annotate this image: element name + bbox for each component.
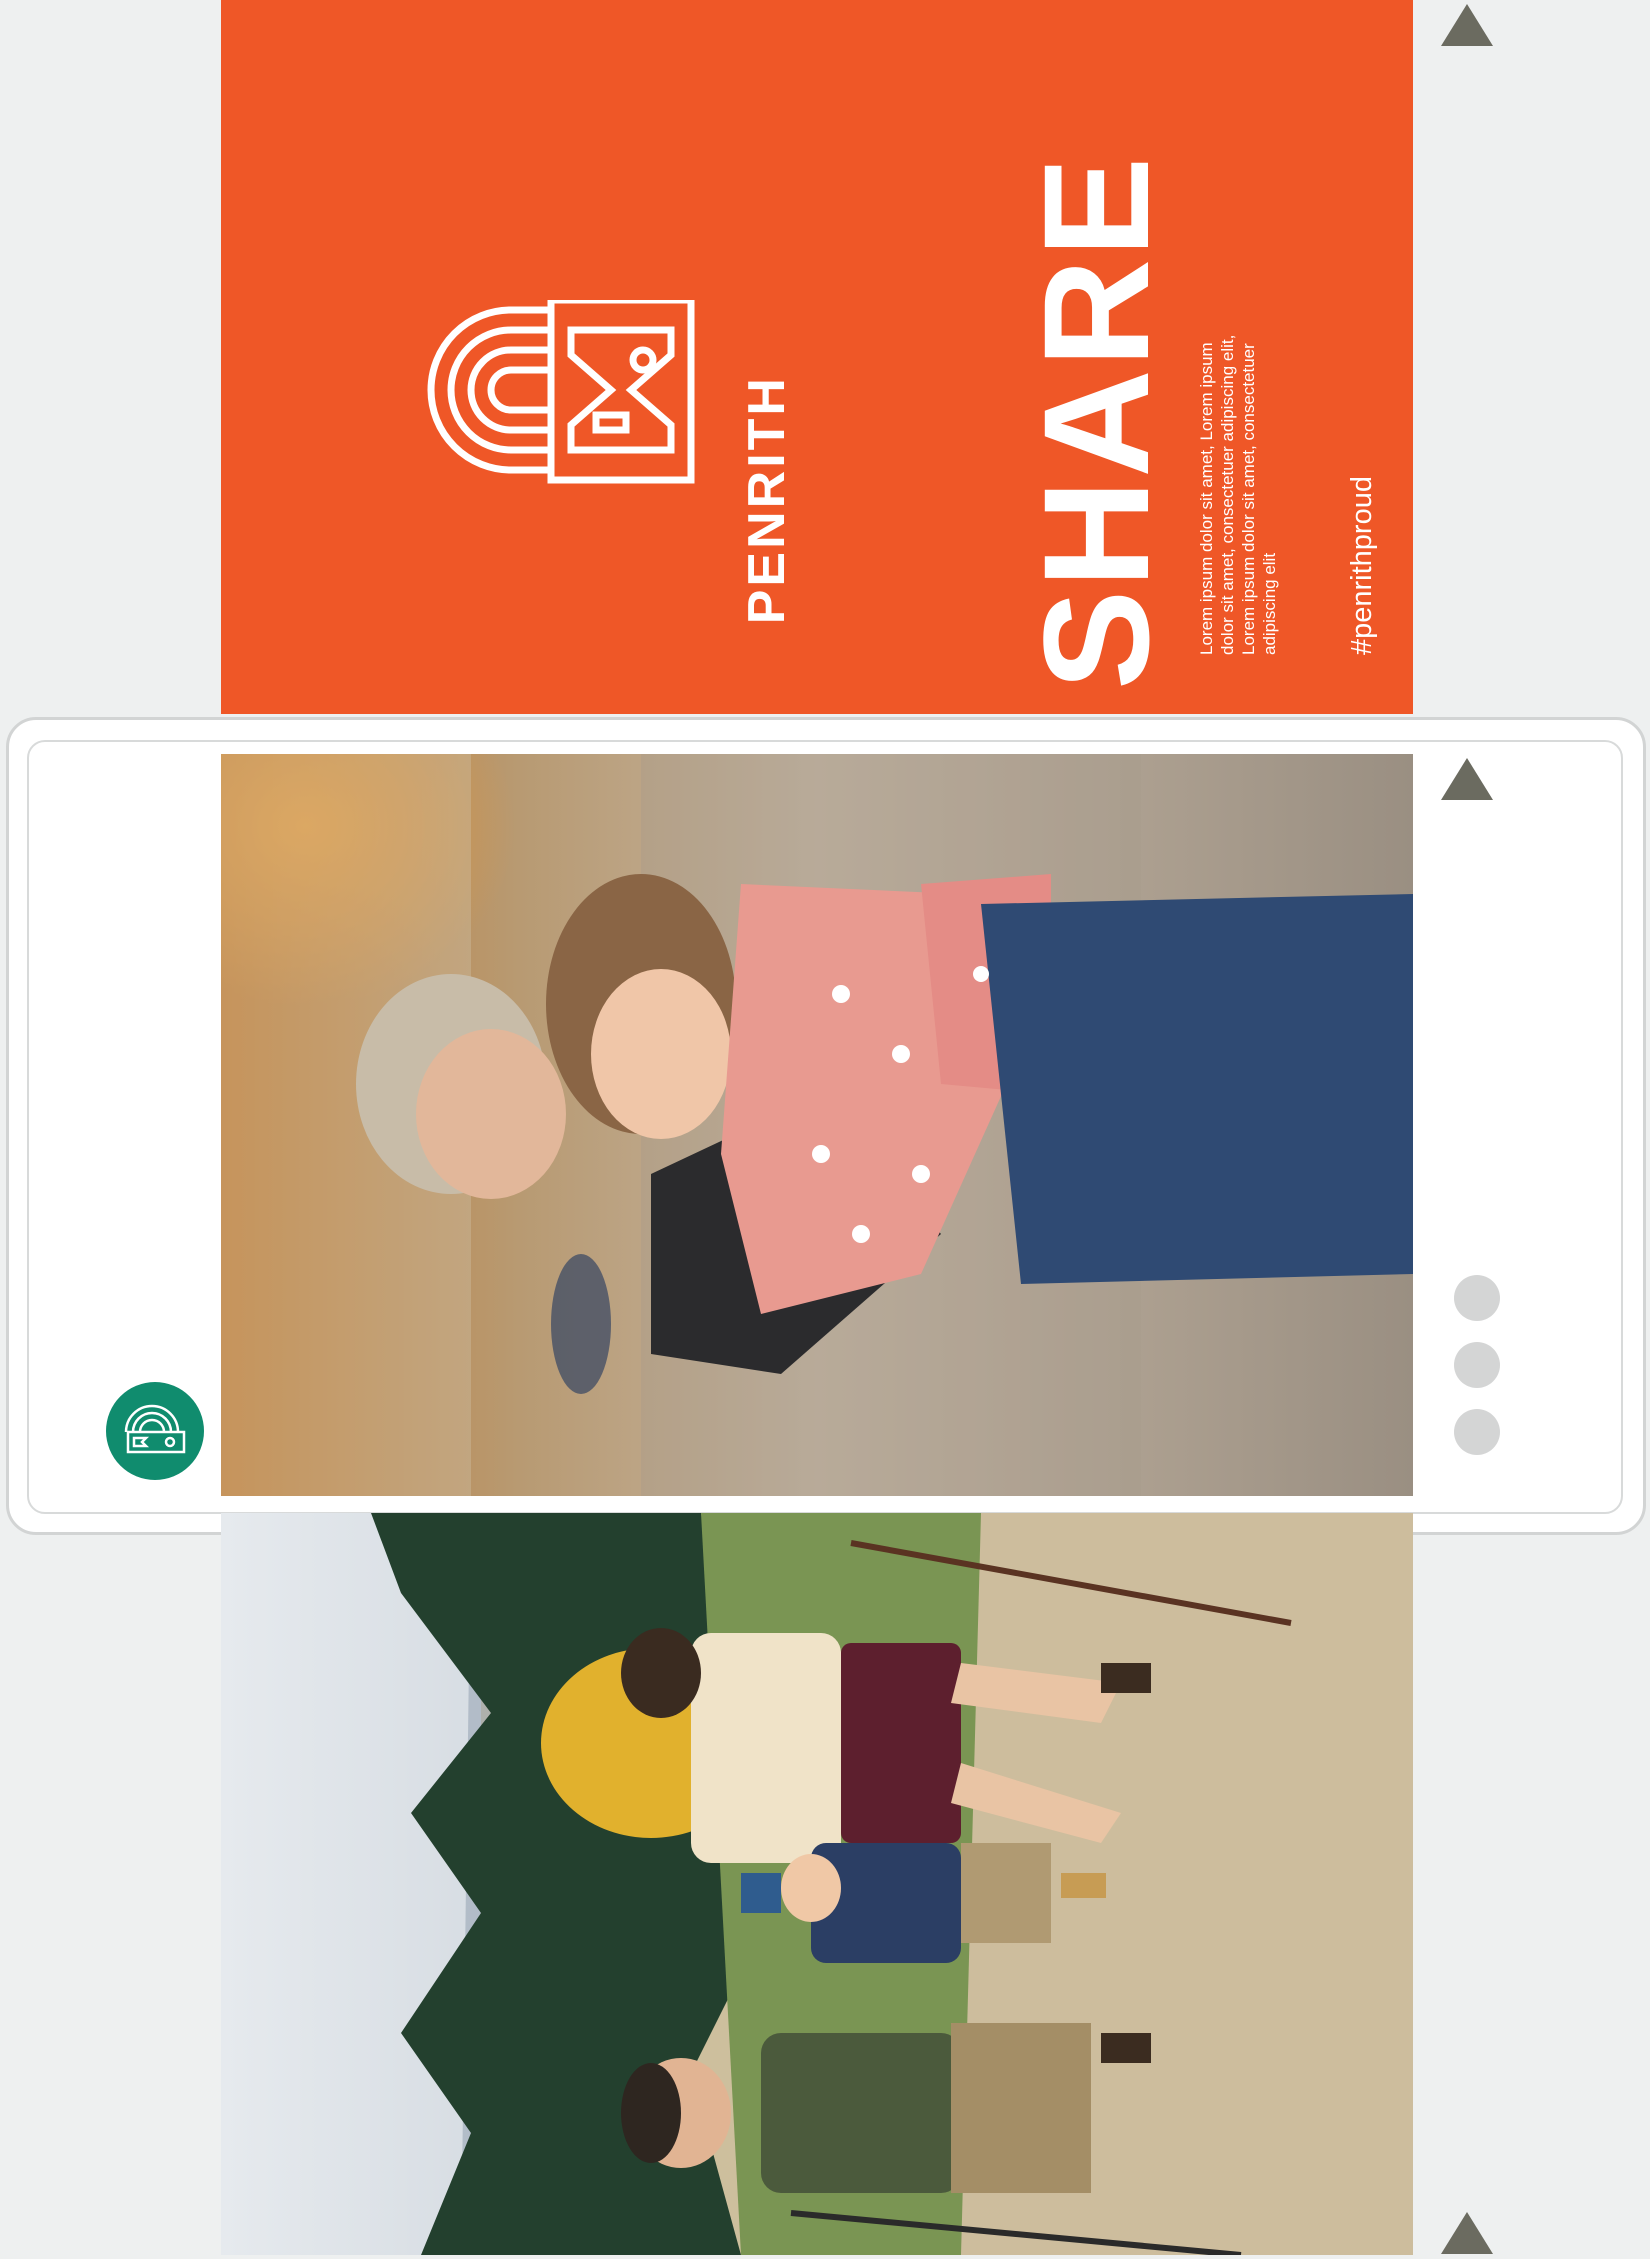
- hashtag-text: #penrithproud: [1346, 476, 1378, 655]
- dot: [1454, 1275, 1500, 1321]
- dot: [1454, 1409, 1500, 1455]
- triangle-up-icon[interactable]: [1441, 4, 1493, 51]
- share-title: SHARE: [1012, 154, 1180, 690]
- kids-hugging-photo[interactable]: [221, 754, 1413, 1496]
- avatar[interactable]: [106, 1382, 204, 1480]
- dot: [1454, 1342, 1500, 1388]
- penrith-logo-icon: [124, 1404, 186, 1454]
- family-hiking-photo[interactable]: [221, 1513, 1413, 2255]
- triangle-up-icon[interactable]: [1441, 758, 1493, 805]
- penrith-logo: PENRITH: [421, 296, 796, 670]
- penrith-logo-icon: [427, 296, 695, 484]
- share-graphic-panel: PENRITH SHARE Lorem ipsum dolor sit amet…: [221, 0, 1413, 714]
- triangle-up-icon[interactable]: [1441, 2212, 1493, 2259]
- penrith-wordmark: PENRITH: [738, 375, 796, 625]
- share-body-text: Lorem ipsum dolor sit amet, Lorem ipsum …: [1197, 334, 1279, 655]
- vertical-dots-icon[interactable]: [1454, 1275, 1500, 1455]
